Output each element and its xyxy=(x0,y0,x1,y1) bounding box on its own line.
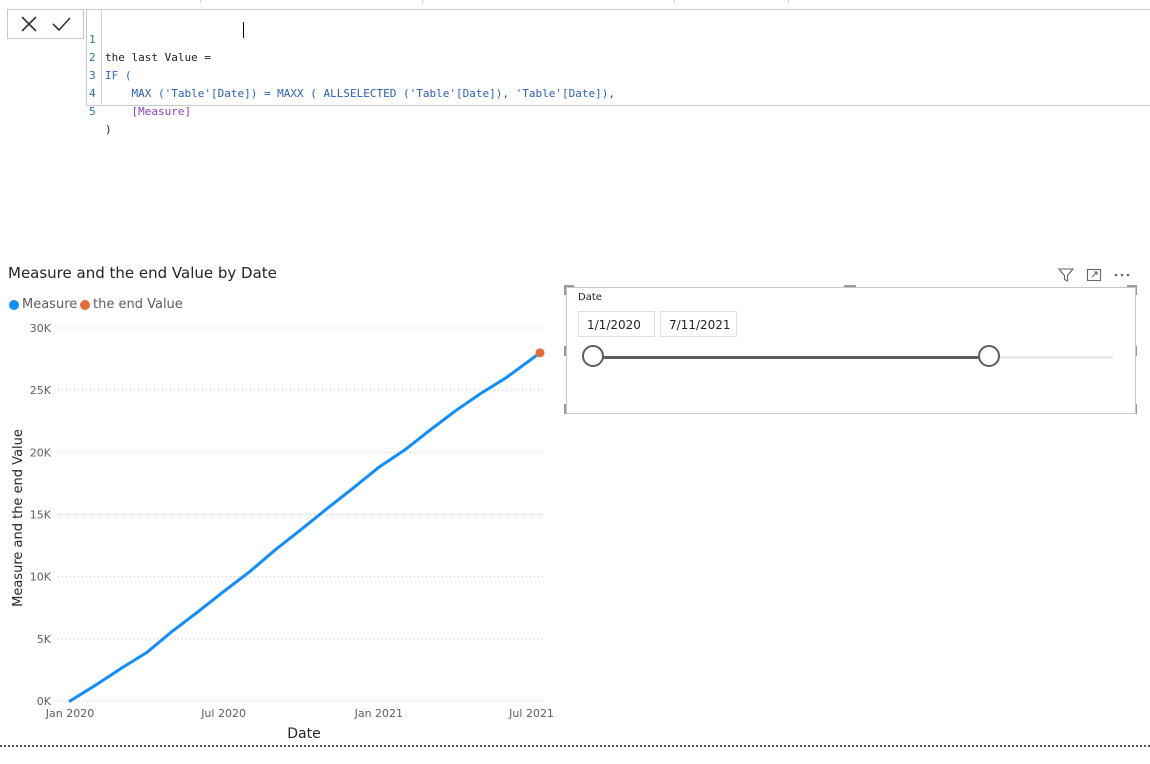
code-line: 1 the last Value = xyxy=(87,13,211,64)
code-text: MAX ('Table'[Date]) = MAXX ( ALLSELECTED… xyxy=(105,87,615,100)
y-axis-title: Measure and the end Value xyxy=(11,429,26,607)
x-axis-ticks: Jan 2020 Jul 2020 Jan 2021 Jul 2021 xyxy=(45,707,554,720)
legend-label: Measure xyxy=(22,297,78,312)
series-layer xyxy=(68,348,545,703)
focus-mode-icon[interactable] xyxy=(1085,266,1103,284)
gridlines xyxy=(58,327,544,702)
legend-label: the end Value xyxy=(93,297,183,312)
code-text: ) xyxy=(105,123,112,136)
code-text: the last Value = xyxy=(105,51,211,64)
slider-start-thumb[interactable] xyxy=(582,345,604,367)
line-number: 5 xyxy=(89,105,96,118)
close-icon[interactable] xyxy=(18,13,40,35)
ribbon-separator xyxy=(788,0,789,3)
y-tick-label: 15K xyxy=(30,509,52,522)
ribbon-remnant xyxy=(0,0,1150,4)
y-tick-label: 5K xyxy=(37,633,52,646)
chart-title: Measure and the end Value by Date xyxy=(8,264,277,282)
more-options-icon[interactable] xyxy=(1113,266,1131,284)
check-icon[interactable] xyxy=(50,13,72,35)
code-line: 4 [Measure] xyxy=(87,67,191,118)
formula-commit-controls xyxy=(7,9,84,39)
y-tick-label: 25K xyxy=(30,384,52,397)
code-text: [Measure] xyxy=(105,105,192,118)
page-boundary xyxy=(0,745,1150,747)
series-line-measure xyxy=(68,351,542,703)
slider-range-fill xyxy=(595,356,991,359)
x-axis-title: Date xyxy=(287,726,320,742)
code-line: 3 MAX ('Table'[Date]) = MAXX ( ALLSELECT… xyxy=(87,49,615,100)
slider-end-thumb[interactable] xyxy=(978,345,1000,367)
ribbon-separator xyxy=(674,0,675,3)
x-tick-label: Jul 2021 xyxy=(508,707,554,720)
x-tick-label: Jul 2020 xyxy=(200,707,246,720)
y-axis-ticks: 30K25K20K15K10K5K0K xyxy=(30,322,52,708)
x-tick-label: Jan 2021 xyxy=(354,707,403,720)
start-date-input[interactable]: 1/1/2020 xyxy=(578,311,655,337)
code-line: 2 IF ( xyxy=(87,31,132,82)
legend-marker xyxy=(80,300,90,310)
date-slicer[interactable]: Date 1/1/2020 7/11/2021 xyxy=(566,287,1136,414)
x-tick-label: Jan 2020 xyxy=(45,707,94,720)
y-tick-label: 10K xyxy=(30,571,52,584)
end-date-input[interactable]: 7/11/2021 xyxy=(660,311,737,337)
y-tick-label: 30K xyxy=(30,322,52,335)
text-cursor xyxy=(243,22,244,38)
slicer-title: Date xyxy=(578,292,602,303)
y-tick-label: 20K xyxy=(30,446,52,459)
filter-icon[interactable] xyxy=(1057,266,1075,284)
ribbon-separator xyxy=(200,0,201,3)
code-line: 5 ) xyxy=(87,85,114,136)
formula-editor[interactable]: 1 the last Value = 2 IF ( 3 MAX ('Table'… xyxy=(86,9,1150,136)
legend-marker xyxy=(9,300,19,310)
end-value-point xyxy=(535,348,545,358)
ribbon-separator xyxy=(422,0,423,3)
line-chart[interactable]: 30K25K20K15K10K5K0K Jan 2020 Jul 2020 Jan … xyxy=(0,318,560,748)
